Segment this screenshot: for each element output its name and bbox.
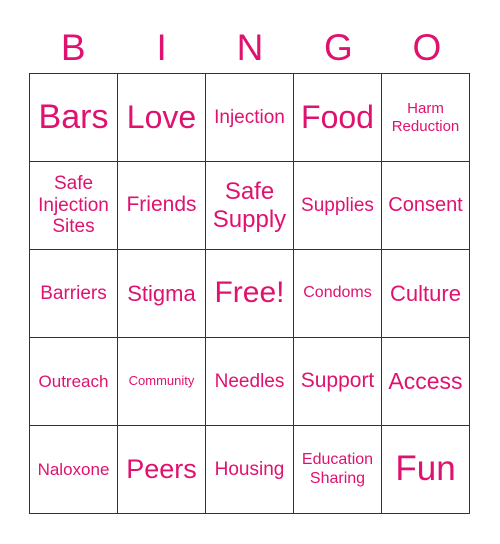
grid-row: Outreach Community Needles Support Access — [29, 337, 470, 426]
bingo-cell[interactable]: Stigma — [117, 249, 206, 338]
bingo-header: B I N G O — [29, 26, 471, 70]
bingo-cell[interactable]: Condoms — [293, 249, 382, 338]
bingo-cell[interactable]: Barriers — [29, 249, 118, 338]
header-letter: I — [156, 27, 167, 68]
bingo-cell[interactable]: Housing — [205, 425, 294, 514]
grid-row: Barriers Stigma Free! Condoms Culture — [29, 249, 470, 338]
grid-row: Safe Injection Sites Friends Safe Supply Su… — [29, 161, 470, 250]
bingo-cell[interactable]: Bars — [29, 73, 118, 162]
bingo-cell[interactable]: Friends — [117, 161, 206, 250]
bingo-cell[interactable]: Access — [381, 337, 470, 426]
bingo-cell[interactable]: Peers — [117, 425, 206, 514]
bingo-cell[interactable]: Outreach — [29, 337, 118, 426]
bingo-cell[interactable]: Food — [293, 73, 382, 162]
bingo-cell[interactable]: Safe Injection Sites — [29, 161, 118, 250]
bingo-cell[interactable]: Free! — [205, 249, 294, 338]
bingo-cell[interactable]: Fun — [381, 425, 470, 514]
bingo-cell[interactable]: Education Sharing — [293, 425, 382, 514]
bingo-cell[interactable]: Needles — [205, 337, 294, 426]
header-letter: O — [412, 27, 442, 68]
bingo-cell[interactable]: Harm Reduction — [381, 73, 470, 162]
header-letter: B — [60, 27, 86, 68]
bingo-cell[interactable]: Consent — [381, 161, 470, 250]
bingo-cell[interactable]: Support — [293, 337, 382, 426]
bingo-cell[interactable]: Safe Supply — [205, 161, 294, 250]
header-letter: N — [236, 27, 264, 68]
grid-row: Naloxone Peers Housing Education Sharing Fun — [29, 425, 470, 514]
bingo-cell[interactable]: Injection — [205, 73, 294, 162]
grid-row: Bars Love Injection Food Harm Reduction — [29, 73, 470, 162]
bingo-grid: Bars Love Injection Food Harm Reduction Safe … — [29, 73, 470, 514]
bingo-cell[interactable]: Love — [117, 73, 206, 162]
bingo-cell[interactable]: Naloxone — [29, 425, 118, 514]
bingo-cell[interactable]: Community — [117, 337, 206, 426]
header-letter: G — [324, 27, 353, 68]
bingo-cell[interactable]: Culture — [381, 249, 470, 338]
bingo-cell[interactable]: Supplies — [293, 161, 382, 250]
